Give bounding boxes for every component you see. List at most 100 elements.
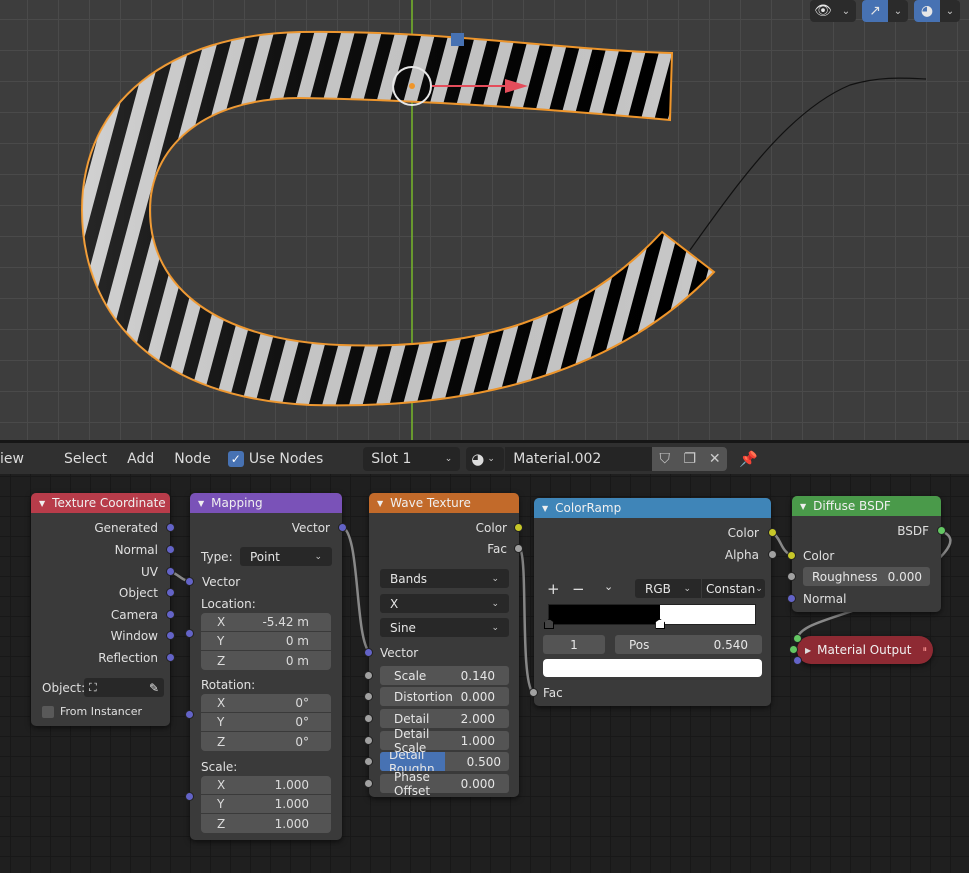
detail-roughness-slider[interactable]: Detail Roughn 0.500: [380, 752, 509, 771]
location-x[interactable]: X -5.42 m: [201, 613, 331, 632]
distortion-field[interactable]: Distortion 0.000: [380, 687, 509, 706]
collapse-triangle-icon[interactable]: ▼: [800, 502, 806, 511]
stop-position-field[interactable]: Pos 0.540: [615, 635, 762, 654]
socket-color-out[interactable]: [768, 528, 777, 537]
type-dropdown[interactable]: Point ⌄: [240, 547, 332, 566]
node-diffuse-bsdf[interactable]: ▼ Diffuse BSDF BSDF Color Roughness 0.000…: [787, 496, 946, 612]
socket-object[interactable]: [166, 588, 175, 597]
socket-surface[interactable]: [793, 634, 802, 643]
socket-detail[interactable]: [364, 714, 373, 723]
3d-viewport[interactable]: 👁 ⌄ ↗ ⌄ ◕ ⌄: [0, 0, 969, 440]
material-browse-button[interactable]: ◕ ⌄: [466, 446, 505, 471]
from-instancer-toggle[interactable]: From Instancer: [42, 705, 142, 718]
node-texture-coordinate[interactable]: ▼ Texture Coordinate Generated Normal UV…: [31, 493, 175, 726]
expand-triangle-icon[interactable]: ▶: [805, 646, 811, 655]
socket-vector-out[interactable]: [338, 523, 347, 532]
stop-color-swatch[interactable]: [543, 659, 762, 677]
use-nodes-toggle[interactable]: ✓ Use Nodes: [227, 450, 323, 467]
socket-color-in[interactable]: [787, 551, 796, 560]
gizmo-dropdown[interactable]: ↗ ⌄: [862, 0, 908, 22]
node-header[interactable]: ▼ Texture Coordinate: [31, 493, 170, 513]
socket-normal[interactable]: [787, 594, 796, 603]
interpolation-dropdown[interactable]: Constan ⌄: [702, 579, 765, 598]
color-stop-handle[interactable]: [544, 619, 554, 629]
wave-type-dropdown[interactable]: Bands ⌄: [380, 569, 509, 588]
scale-y[interactable]: Y 1.000: [201, 795, 331, 814]
fake-user-button[interactable]: ⛉: [652, 446, 678, 471]
z-axis-handle[interactable]: [451, 33, 464, 46]
socket-fac-in[interactable]: [529, 688, 538, 697]
socket-scale[interactable]: [185, 792, 194, 801]
ramp-menu-chevron-icon[interactable]: ⌄: [604, 580, 613, 593]
location-y[interactable]: Y0 m: [201, 632, 331, 651]
menu-select[interactable]: Select: [64, 451, 107, 467]
from-instancer-checkbox[interactable]: [42, 705, 54, 718]
roughness-field[interactable]: Roughness 0.000: [803, 567, 930, 586]
detail-field[interactable]: Detail 2.000: [380, 709, 509, 728]
location-fields[interactable]: X -5.42 m Y0 m Z0 m: [201, 613, 331, 670]
collapse-triangle-icon[interactable]: ▼: [542, 504, 548, 513]
socket-displacement[interactable]: [793, 656, 802, 665]
socket-color-out[interactable]: [514, 523, 523, 532]
socket-roughness[interactable]: [787, 572, 796, 581]
eyedropper-icon[interactable]: ✎: [149, 681, 159, 695]
socket-volume[interactable]: [789, 645, 798, 654]
node-mapping[interactable]: ▼ Mapping Vector Type: Point ⌄ Vector Lo…: [185, 493, 347, 840]
visibility-dropdown[interactable]: 👁 ⌄: [810, 0, 856, 22]
overlays-dropdown[interactable]: ◕ ⌄: [914, 0, 960, 22]
socket-bsdf-out[interactable]: [937, 526, 946, 535]
socket-fac-out[interactable]: [514, 544, 523, 553]
color-stop-handle[interactable]: [655, 619, 666, 629]
socket-generated[interactable]: [166, 523, 175, 532]
scale-x[interactable]: X 1.000: [201, 776, 331, 795]
pin-icon[interactable]: 📌: [739, 450, 758, 468]
material-name-field[interactable]: Material.002: [505, 446, 653, 471]
node-color-ramp[interactable]: ▼ ColorRamp Color Alpha + − ⌄ RGB ⌄ Const…: [529, 498, 777, 706]
detail-scale-field[interactable]: Detail Scale 1.000: [380, 727, 509, 755]
direction-dropdown[interactable]: X ⌄: [380, 594, 509, 613]
node-header[interactable]: ▼ Wave Texture: [369, 493, 519, 513]
add-stop-button[interactable]: +: [547, 580, 560, 598]
menu-add[interactable]: Add: [127, 451, 154, 467]
node-header[interactable]: ▼ Mapping: [190, 493, 342, 513]
socket-scale[interactable]: [364, 671, 373, 680]
stop-index-field[interactable]: 1: [543, 635, 605, 654]
rotation-y[interactable]: Y 0°: [201, 713, 331, 732]
socket-detail-roughness[interactable]: [364, 757, 373, 766]
scale-z[interactable]: Z 1.000: [201, 814, 331, 833]
socket-vector-in[interactable]: [364, 648, 373, 657]
socket-distortion[interactable]: [364, 692, 373, 701]
collapse-triangle-icon[interactable]: ▼: [39, 499, 45, 508]
node-header[interactable]: ▼ Diffuse BSDF: [792, 496, 941, 516]
rotation-x[interactable]: X 0°: [201, 694, 331, 713]
slot-dropdown[interactable]: Slot 1 ⌄: [363, 446, 461, 471]
socket-uv[interactable]: [166, 567, 175, 576]
phase-offset-field[interactable]: Phase Offset 0.000: [380, 770, 509, 798]
socket-window[interactable]: [166, 631, 175, 640]
node-material-output[interactable]: ▶ Material Output ⏸: [789, 634, 933, 665]
node-header[interactable]: ▼ ColorRamp: [534, 498, 771, 518]
socket-vector-in[interactable]: [185, 577, 194, 586]
node-wave-texture[interactable]: ▼ Wave Texture Color Fac Bands ⌄ X ⌄ Sine ⌄…: [364, 493, 523, 798]
scale-fields[interactable]: X 1.000 Y 1.000 Z 1.000: [201, 776, 331, 833]
menu-node[interactable]: Node: [174, 451, 211, 467]
rotation-fields[interactable]: X 0° Y 0° Z 0°: [201, 694, 331, 751]
color-mode-dropdown[interactable]: RGB ⌄: [635, 579, 701, 598]
socket-alpha-out[interactable]: [768, 550, 777, 559]
location-z[interactable]: Z0 m: [201, 651, 331, 670]
color-ramp-bar[interactable]: [544, 604, 756, 629]
duplicate-material-button[interactable]: ❐: [677, 446, 703, 471]
object-picker-field[interactable]: ⛶ ✎: [84, 678, 164, 697]
scale-field[interactable]: Scale 0.140: [380, 666, 509, 685]
use-nodes-checkbox[interactable]: ✓: [227, 450, 244, 467]
collapse-triangle-icon[interactable]: ▼: [198, 499, 204, 508]
socket-camera[interactable]: [166, 610, 175, 619]
profile-dropdown[interactable]: Sine ⌄: [380, 618, 509, 637]
unlink-material-button[interactable]: ✕: [702, 446, 728, 471]
socket-rotation[interactable]: [185, 710, 194, 719]
collapse-triangle-icon[interactable]: ▼: [377, 499, 383, 508]
rotation-z[interactable]: Z 0°: [201, 732, 331, 751]
socket-reflection[interactable]: [166, 653, 175, 662]
socket-phase-offset[interactable]: [364, 779, 373, 788]
menu-view[interactable]: iew: [0, 451, 24, 467]
